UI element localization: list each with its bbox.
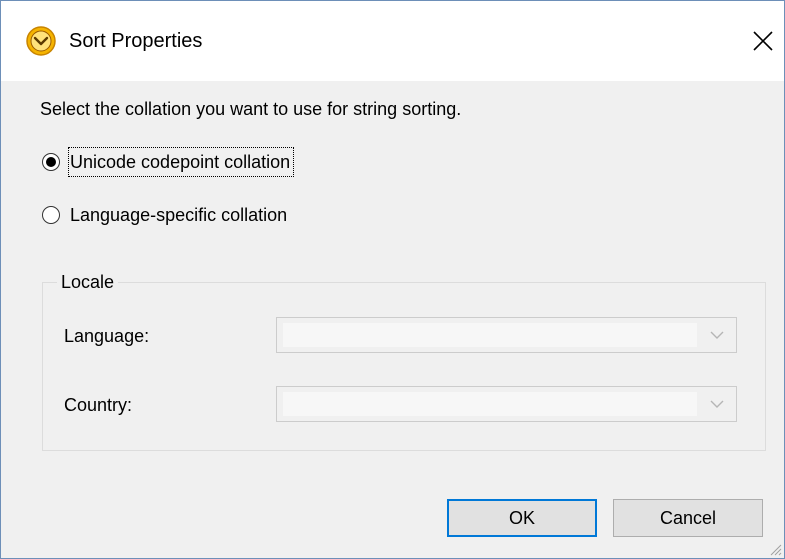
locale-groupbox [42,282,766,451]
close-button[interactable] [741,1,784,81]
close-icon [753,31,773,51]
country-value [283,392,697,416]
title-bar: Sort Properties [1,1,784,81]
country-label: Country: [64,395,133,415]
radio-dot [46,157,56,167]
radio-button-selected[interactable] [42,153,60,171]
app-icon [25,25,57,57]
resize-grip-icon[interactable] [768,542,782,556]
sort-properties-dialog: Sort Properties Select the collation you… [0,0,785,559]
radio-label-unicode[interactable]: Unicode codepoint collation [67,147,295,177]
instruction-text: Select the collation you want to use for… [40,99,462,119]
chevron-down-icon [710,400,724,408]
radio-unicode-codepoint[interactable]: Unicode codepoint collation [42,147,342,177]
language-value [283,323,697,347]
country-dropdown[interactable] [276,386,737,422]
radio-language-specific[interactable]: Language-specific collation [42,202,342,230]
cancel-button[interactable]: Cancel [613,499,763,537]
locale-group-title: Locale [57,269,119,295]
window-title: Sort Properties [69,30,203,52]
language-label: Language: [64,326,150,346]
radio-button-unselected[interactable] [42,206,60,224]
chevron-down-icon [710,331,724,339]
radio-label-language[interactable]: Language-specific collation [70,202,287,228]
language-dropdown[interactable] [276,317,737,353]
ok-button[interactable]: OK [447,499,597,537]
